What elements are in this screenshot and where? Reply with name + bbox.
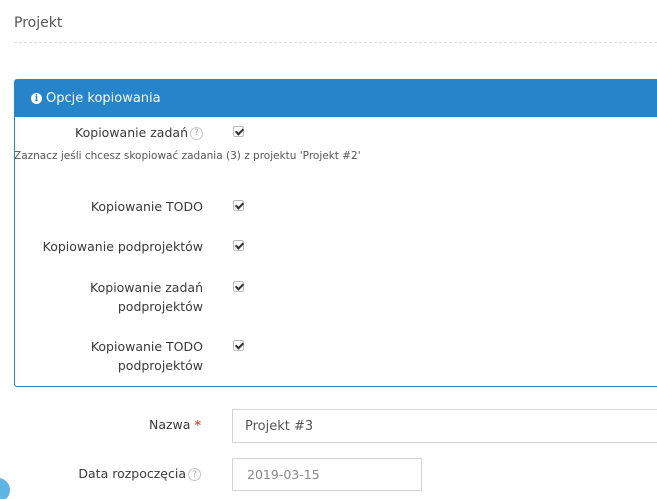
copy-todo-label: Kopiowanie TODO	[90, 199, 203, 214]
copy-subproject-tasks-label: Kopiowanie zadań podprojektów	[90, 278, 203, 316]
info-icon: i	[31, 93, 42, 104]
start-date-input[interactable]: 2019-03-15	[232, 458, 422, 491]
copy-subproject-todo-label-line2: podprojektów	[117, 358, 203, 373]
copy-todo-checkbox[interactable]	[233, 200, 244, 211]
name-label-text: Nazwa	[148, 417, 191, 432]
section-title: Projekt	[14, 15, 63, 31]
floating-action-button[interactable]	[0, 478, 10, 499]
required-marker: *	[194, 417, 201, 432]
help-icon[interactable]: ?	[188, 468, 201, 481]
copy-subprojects-checkbox[interactable]	[233, 240, 244, 251]
panel-header-label: Opcje kopiowania	[46, 91, 161, 106]
start-date-label-text: Data rozpoczęcia	[78, 466, 186, 481]
copy-subproject-todo-checkbox[interactable]	[233, 340, 244, 351]
copy-tasks-checkbox[interactable]	[233, 126, 244, 137]
page: Projekt i Opcje kopiowania Kopiowanie za…	[0, 0, 657, 499]
title-divider	[14, 42, 657, 43]
copy-subproject-todo-label-line1: Kopiowanie TODO	[90, 339, 203, 354]
copy-subprojects-label: Kopiowanie podprojektów	[42, 239, 203, 254]
name-input[interactable]: Projekt #3	[232, 409, 657, 443]
name-field-label: Nazwa *	[149, 417, 201, 432]
copy-tasks-label-text: Kopiowanie zadań	[75, 125, 188, 140]
copy-subproject-todo-label: Kopiowanie TODO podprojektów	[91, 337, 203, 375]
name-input-value: Projekt #3	[245, 418, 314, 434]
start-date-field-label: Data rozpoczęcia?	[78, 466, 201, 481]
help-icon[interactable]: ?	[190, 127, 203, 140]
copy-subproject-tasks-checkbox[interactable]	[233, 281, 244, 292]
copy-tasks-label: Kopiowanie zadań?	[75, 123, 203, 142]
copy-tasks-hint: Zaznacz jeśli chcesz skopiować zadania (…	[14, 150, 361, 162]
start-date-input-value: 2019-03-15	[247, 467, 320, 482]
copy-subproject-tasks-label-line1: Kopiowanie zadań	[90, 280, 203, 295]
copy-subproject-tasks-label-line2: podprojektów	[117, 299, 203, 314]
panel-header: i Opcje kopiowania	[15, 80, 657, 117]
